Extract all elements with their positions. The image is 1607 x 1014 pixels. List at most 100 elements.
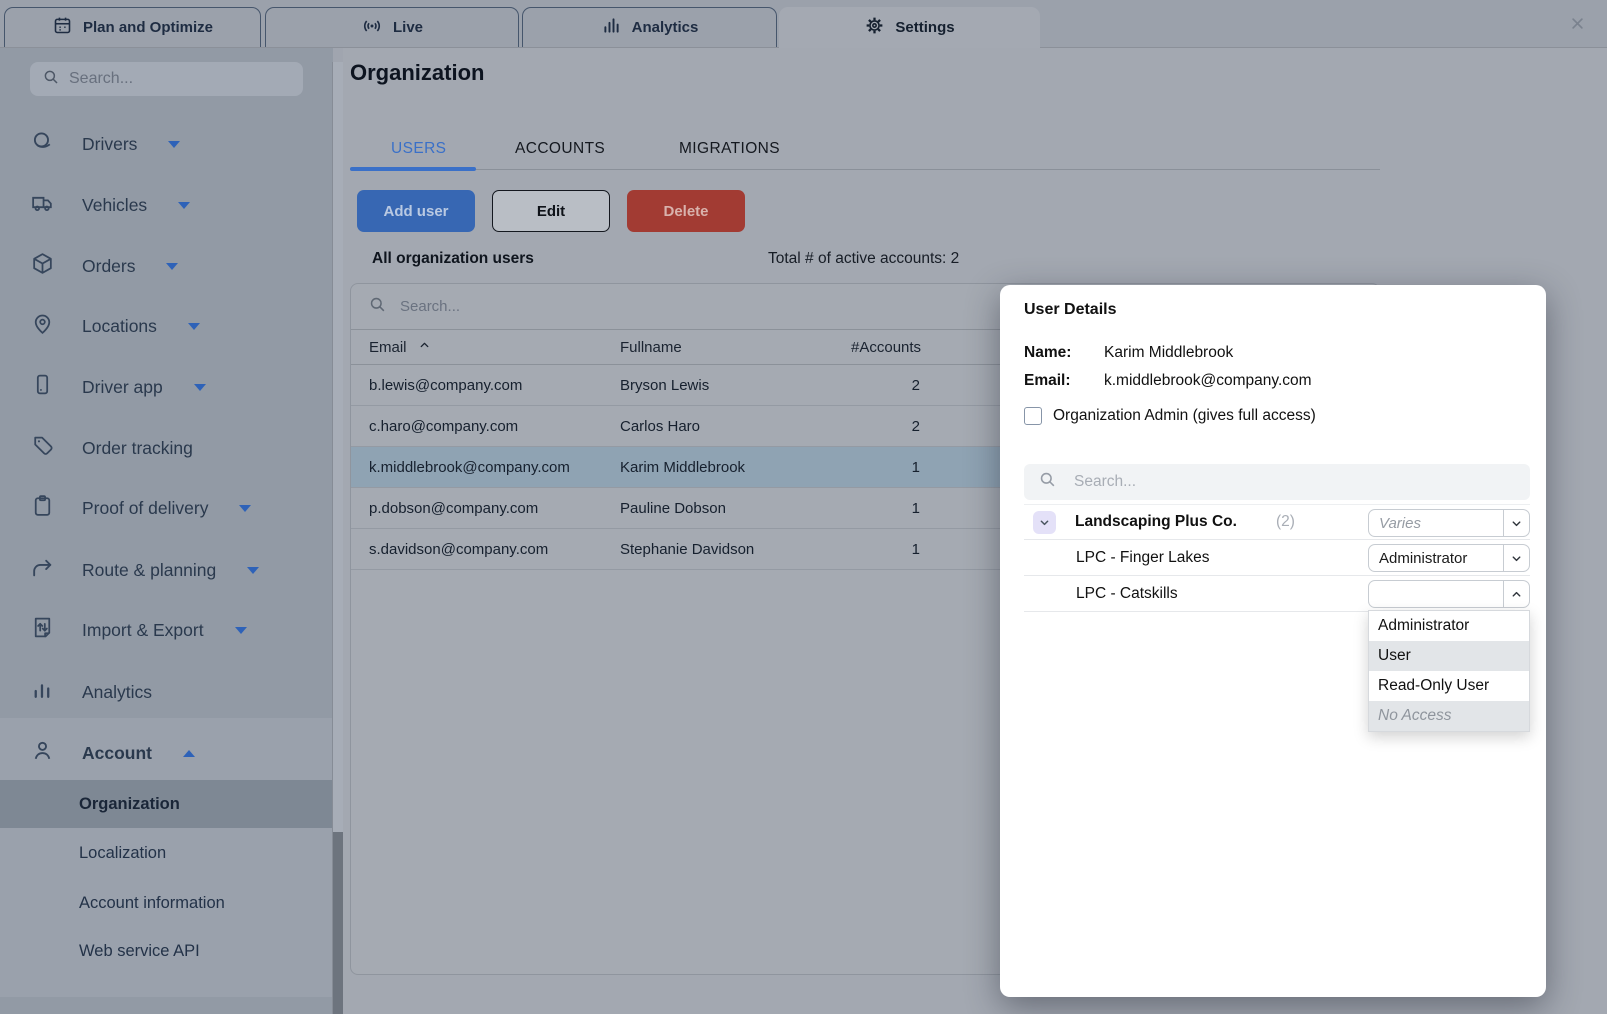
top-tab-bar: Plan and Optimize Live Analytics Setting… <box>0 0 1607 48</box>
account-name: LPC - Catskills <box>1076 585 1178 603</box>
sidebar-item-orders[interactable]: Orders <box>0 237 333 295</box>
account-role-select[interactable]: Administrator <box>1368 544 1530 572</box>
email-value: k.middlebrook@company.com <box>1104 372 1312 389</box>
sidebar-item-order-tracking[interactable]: Order tracking <box>0 419 333 477</box>
chevron-down-icon <box>235 627 247 634</box>
org-account-count: (2) <box>1276 513 1295 531</box>
sidebar-item-label: Account <box>82 743 152 764</box>
sidebar-item-vehicles[interactable]: Vehicles <box>0 176 333 234</box>
accounts-tree: Landscaping Plus Co. (2) Varies LPC - Fi… <box>1024 504 1530 612</box>
tab-accounts[interactable]: ACCOUNTS <box>515 140 605 158</box>
sidebar-item-organization[interactable]: Organization <box>0 780 333 828</box>
panel-title: User Details <box>1024 301 1117 319</box>
sidebar-item-driver-app[interactable]: Driver app <box>0 358 333 416</box>
total-accounts-label: Total # of active accounts: 2 <box>768 250 959 268</box>
role-dropdown-menu: Administrator User Read-Only User No Acc… <box>1368 610 1530 732</box>
org-admin-label: Organization Admin (gives full access) <box>1053 407 1316 425</box>
role-option-administrator[interactable]: Administrator <box>1369 611 1529 641</box>
org-name: Landscaping Plus Co. <box>1075 513 1237 531</box>
table-search-input[interactable] <box>400 298 800 315</box>
import-export-icon <box>30 615 55 645</box>
add-user-button[interactable]: Add user <box>357 190 475 232</box>
sidebar-item-route-planning[interactable]: Route & planning <box>0 541 333 599</box>
tab-plan-and-optimize[interactable]: Plan and Optimize <box>4 7 261 47</box>
delete-button[interactable]: Delete <box>627 190 745 232</box>
sidebar-item-label: Vehicles <box>82 195 147 216</box>
driver-cap-icon <box>30 129 55 159</box>
sidebar-subitem-label: Web service API <box>79 942 200 961</box>
column-header-email[interactable]: Email <box>369 339 407 356</box>
org-admin-checkbox[interactable] <box>1024 407 1042 425</box>
role-option-read-only-user[interactable]: Read-Only User <box>1369 671 1529 701</box>
tab-label: Analytics <box>632 19 699 36</box>
sidebar-item-label: Orders <box>82 256 135 277</box>
sidebar-item-label: Locations <box>82 316 157 337</box>
org-admin-row: Organization Admin (gives full access) <box>1024 407 1316 425</box>
column-header-fullname[interactable]: Fullname <box>620 339 851 356</box>
role-option-user[interactable]: User <box>1369 641 1529 671</box>
section-tabs: USERS ACCOUNTS MIGRATIONS <box>350 136 1380 170</box>
column-header-accounts[interactable]: #Accounts <box>851 339 920 356</box>
chevron-down-icon <box>247 567 259 574</box>
email-label: Email: <box>1024 372 1104 390</box>
chevron-up-icon[interactable] <box>1503 581 1529 607</box>
account-role-select-open[interactable] <box>1368 580 1530 608</box>
close-icon[interactable] <box>1570 0 1585 47</box>
accounts-search-input[interactable] <box>1074 473 1516 491</box>
collapse-chevron-icon[interactable] <box>1033 511 1056 534</box>
sidebar-item-label: Proof of delivery <box>82 498 208 519</box>
sidebar: Drivers Vehicles Orders Locations Driver… <box>0 48 333 1014</box>
chevron-up-icon <box>183 750 195 757</box>
person-icon <box>30 738 55 768</box>
sidebar-item-label: Driver app <box>82 377 163 398</box>
sidebar-scrollbar[interactable] <box>332 62 343 1014</box>
bar-chart-icon <box>601 15 622 40</box>
page-title: Organization <box>350 60 484 86</box>
scrollbar-thumb[interactable] <box>333 832 343 1014</box>
chevron-down-icon[interactable] <box>1503 545 1529 571</box>
edit-button[interactable]: Edit <box>492 190 610 232</box>
sidebar-item-import-export[interactable]: Import & Export <box>0 601 333 659</box>
gear-icon <box>864 15 885 40</box>
chevron-down-icon <box>194 384 206 391</box>
sidebar-search-input[interactable] <box>69 70 291 88</box>
sidebar-item-label: Import & Export <box>82 620 204 641</box>
role-select-value: Varies <box>1369 515 1503 532</box>
sidebar-subitem-label: Localization <box>79 844 166 863</box>
org-tree-row: Landscaping Plus Co. (2) Varies <box>1024 504 1530 540</box>
role-option-no-access[interactable]: No Access <box>1369 701 1529 731</box>
name-label: Name: <box>1024 344 1104 362</box>
truck-icon <box>30 190 55 220</box>
tab-migrations[interactable]: MIGRATIONS <box>679 140 780 158</box>
sidebar-item-web-service-api[interactable]: Web service API <box>0 927 333 975</box>
sidebar-item-account-information[interactable]: Account information <box>0 879 333 927</box>
sort-asc-icon[interactable] <box>418 339 431 356</box>
tab-live[interactable]: Live <box>265 7 519 47</box>
accounts-search[interactable] <box>1024 464 1530 500</box>
clipboard-icon <box>30 493 55 523</box>
sidebar-item-label: Analytics <box>82 682 152 703</box>
sidebar-search[interactable] <box>30 62 303 96</box>
sidebar-item-locations[interactable]: Locations <box>0 297 333 355</box>
sidebar-item-account[interactable]: Account <box>0 724 333 782</box>
tab-settings[interactable]: Settings <box>779 7 1040 48</box>
chevron-down-icon <box>168 141 180 148</box>
sidebar-item-proof-of-delivery[interactable]: Proof of delivery <box>0 479 333 537</box>
chevron-down-icon <box>178 202 190 209</box>
sidebar-subitem-label: Account information <box>79 894 225 913</box>
sidebar-item-analytics[interactable]: Analytics <box>0 663 333 721</box>
sidebar-item-label: Drivers <box>82 134 137 155</box>
active-tab-underline <box>350 167 476 171</box>
sidebar-item-drivers[interactable]: Drivers <box>0 115 333 173</box>
tag-icon <box>30 433 55 463</box>
live-broadcast-icon <box>361 15 383 41</box>
sidebar-item-localization[interactable]: Localization <box>0 829 333 877</box>
user-details-panel: User Details Name:Karim Middlebrook Emai… <box>1000 285 1546 997</box>
chevron-down-icon[interactable] <box>1503 510 1529 536</box>
calendar-icon <box>52 15 73 40</box>
tab-analytics[interactable]: Analytics <box>522 7 777 47</box>
tab-users[interactable]: USERS <box>391 140 446 158</box>
search-icon <box>42 68 60 91</box>
map-pin-icon <box>30 311 55 341</box>
org-role-select[interactable]: Varies <box>1368 509 1530 537</box>
